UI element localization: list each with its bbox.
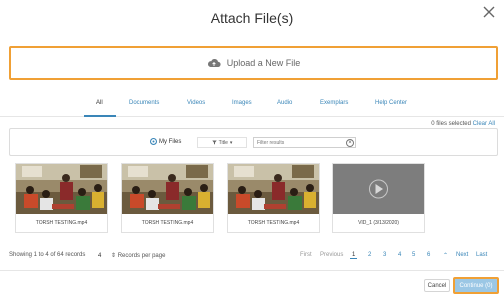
cloud-upload-icon (207, 58, 221, 67)
filter-results-input[interactable] (253, 137, 356, 148)
upload-label: Upload a New File (226, 58, 301, 68)
tab-exemplars[interactable]: Exemplars (320, 100, 348, 106)
filter-icon (211, 140, 217, 145)
chevron-up-icon[interactable]: ⌃ (443, 252, 448, 259)
tabs-divider (0, 116, 504, 117)
file-thumbnail (122, 164, 213, 214)
per-page-label: Records per page (117, 253, 166, 259)
file-thumbnail (333, 164, 424, 214)
file-name: TORSH TESTING.mp4 (35, 220, 88, 226)
file-card[interactable]: TORSH TESTING.mp4 (15, 163, 108, 233)
pager-page-5[interactable]: 5 (412, 252, 415, 258)
dialog-title: Attach File(s) (210, 10, 294, 26)
tab-all[interactable]: All (96, 100, 103, 106)
video-thumbnail-image (122, 164, 213, 214)
tab-videos[interactable]: Videos (187, 100, 205, 106)
tab-audio[interactable]: Audio (277, 100, 292, 106)
cancel-button[interactable]: Cancel (424, 279, 450, 292)
clear-all-link[interactable]: Clear All (473, 121, 495, 127)
pagination-footer: Showing 1 to 4 of 64 records 4 ⇕ Records… (0, 249, 504, 263)
pager-page-2[interactable]: 2 (368, 252, 371, 258)
file-name: TORSH TESTING.mp4 (247, 220, 300, 226)
caret-down-icon: ▾ (229, 139, 233, 146)
pager-next[interactable]: Next (456, 252, 468, 258)
pager-last[interactable]: Last (476, 252, 487, 258)
close-icon[interactable] (482, 5, 496, 19)
continue-button[interactable]: Continue (0) (453, 277, 499, 294)
filter-panel: My Files Title ▾ × (9, 128, 498, 156)
clear-filter-icon[interactable]: × (346, 139, 354, 147)
file-thumbnail (16, 164, 107, 214)
footer-divider (0, 270, 504, 271)
file-name: TORSH TESTING.mp4 (141, 220, 194, 226)
radio-selected-icon (150, 138, 157, 145)
tab-help-center[interactable]: Help Center (375, 100, 407, 106)
file-thumbnail (228, 164, 319, 214)
per-page-value[interactable]: 4 (98, 253, 101, 259)
records-per-page[interactable]: 4 ⇕ Records per page (98, 252, 165, 259)
video-thumbnail-placeholder (333, 164, 424, 214)
active-tab-indicator (84, 115, 116, 117)
pager-page-4[interactable]: 4 (398, 252, 401, 258)
files-selected-count: 0 files selected (431, 121, 471, 127)
pager-page-6[interactable]: 6 (427, 252, 430, 258)
tab-documents[interactable]: Documents (129, 100, 159, 106)
my-files-label: My Files (159, 138, 182, 145)
title-filter-label: Title (218, 139, 228, 146)
video-thumbnail-image (228, 164, 319, 214)
file-card[interactable]: TORSH TESTING.mp4 (227, 163, 320, 233)
sort-updown-icon: ⇕ (111, 253, 117, 259)
file-name: VID_1 (3/13/2020) (358, 220, 399, 226)
pager-page-3[interactable]: 3 (383, 252, 386, 258)
title-filter-dropdown[interactable]: Title ▾ (197, 137, 247, 148)
records-summary: Showing 1 to 4 of 64 records (9, 252, 86, 258)
video-thumbnail-image (16, 164, 107, 214)
pager-first[interactable]: First (300, 252, 312, 258)
selection-info: 0 files selected Clear All (431, 121, 495, 127)
file-card[interactable]: TORSH TESTING.mp4 (121, 163, 214, 233)
tab-images[interactable]: Images (232, 100, 252, 106)
upload-new-file-button[interactable]: Upload a New File (9, 46, 498, 80)
file-type-tabs: All Documents Videos Images Audio Exempl… (0, 96, 504, 118)
pager-previous[interactable]: Previous (320, 252, 343, 258)
pager-page-1[interactable]: 1 (350, 252, 358, 259)
my-files-radio[interactable]: My Files (150, 138, 181, 145)
file-card[interactable]: VID_1 (3/13/2020) (332, 163, 425, 233)
